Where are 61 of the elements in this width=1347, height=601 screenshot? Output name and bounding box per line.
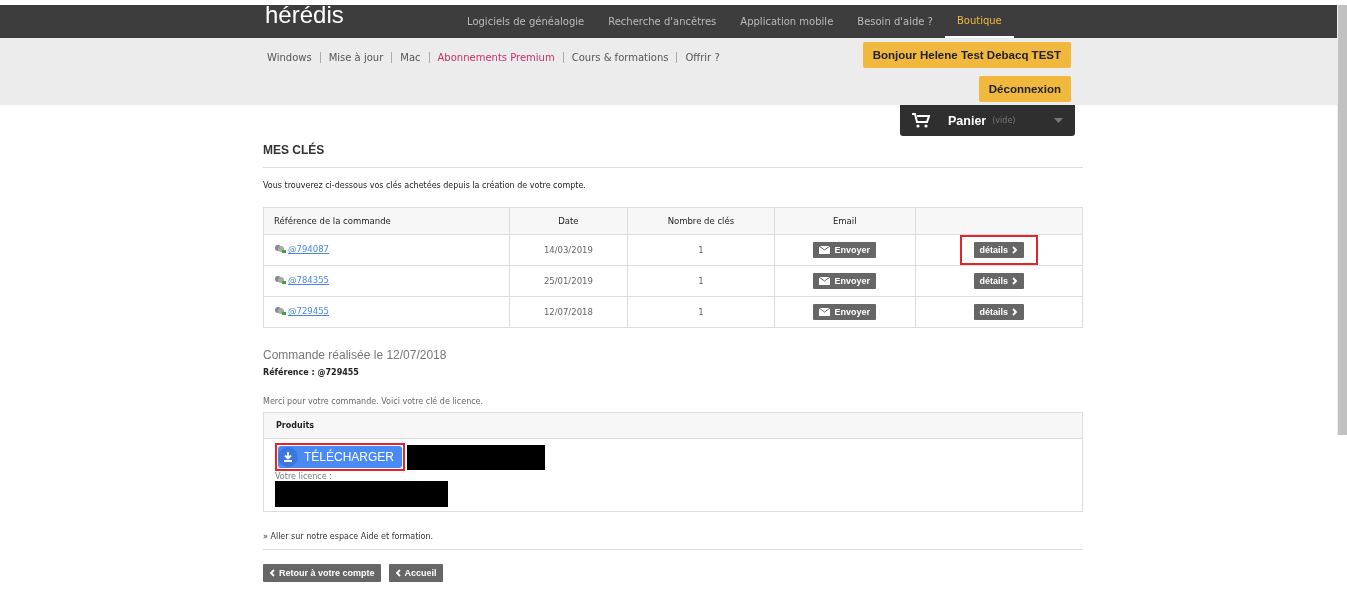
column-header: Email [774,207,916,235]
keys-icon [274,243,286,255]
nav-link[interactable]: Logiciels de généalogie [455,5,597,38]
nav-link[interactable]: Application mobile [728,5,846,38]
license-label: Votre licence : [275,472,333,481]
send-email-button[interactable]: Envoyer [813,273,876,289]
table-cell: 1 [627,296,775,328]
subnav-link[interactable]: Mac [396,51,425,63]
details-button[interactable]: détails [973,304,1024,320]
details-button[interactable]: détails [973,242,1024,258]
order-heading: Commande réalisée le 12/07/2018 [263,348,448,362]
table-cell: 1 [627,234,775,266]
download-button[interactable]: TÉLÉCHARGER [278,446,403,468]
keys-icon [274,274,286,286]
chevron-left-icon [269,569,275,577]
cart-status: (vide) [992,116,1016,125]
page-title: MES CLÉS [263,143,326,157]
keys-icon [274,305,286,317]
cart-label: Panier [948,113,987,128]
order-reference-link[interactable]: @794087 [288,244,329,254]
download-icon [278,447,298,467]
help-link[interactable]: » Aller sur notre espace Aide et formation. [263,532,1083,541]
envelope-icon [819,308,831,316]
details-button[interactable]: détails [973,273,1024,289]
send-email-button[interactable]: Envoyer [813,242,876,258]
table-cell: 1 [627,265,775,297]
chevron-right-icon [1012,246,1018,254]
greeting-button[interactable]: Bonjour Helene Test Debacq TEST [862,42,1071,68]
caret-icon [1054,118,1063,123]
back-button[interactable]: Accueil [388,564,443,582]
subnav-link[interactable]: Windows [263,51,316,63]
envelope-icon [819,277,831,285]
cart-dropdown[interactable]: Panier (vide) [900,105,1075,136]
scrollbar[interactable] [1337,5,1347,435]
chevron-right-icon [1012,308,1018,316]
subnav-link[interactable]: Offrir ? [681,51,724,63]
logo[interactable]: hérédis [265,4,455,25]
column-header: Date [509,207,628,235]
products-header: Produits [264,413,1082,439]
table-cell: 12/07/2018 [509,296,628,328]
column-header: Référence de la commande [263,207,510,235]
table-cell: 14/03/2019 [509,234,628,266]
table-cell: 25/01/2019 [509,265,628,297]
subnav-link[interactable]: Abonnements Premium [433,51,559,63]
cart-icon [912,113,930,128]
logout-button[interactable]: Déconnexion [978,76,1071,102]
thanks-text: Merci pour votre commande. Voici votre clé de licence. [263,397,485,406]
nav-link[interactable]: Recherche d'ancêtres [596,5,729,38]
send-email-button[interactable]: Envoyer [813,304,876,320]
subnav-link[interactable]: Cours & formations [567,51,673,63]
envelope-icon [819,246,831,254]
intro-text: Vous trouverez ci-dessous vos clés achetées depuis la création de votre compte. [263,181,587,190]
back-button[interactable]: Retour à votre compte [263,564,381,582]
order-reference-link[interactable]: @729455 [288,306,329,316]
order-reference-link[interactable]: @784355 [288,275,329,285]
order-reference: Référence : @729455 [263,368,360,377]
column-header: Nombre de clés [627,207,775,235]
subnav-link[interactable]: Mise à jour [324,51,388,63]
chevron-right-icon [1012,277,1018,285]
nav-link[interactable]: Besoin d'aide ? [845,5,945,38]
chevron-left-icon [394,569,401,577]
